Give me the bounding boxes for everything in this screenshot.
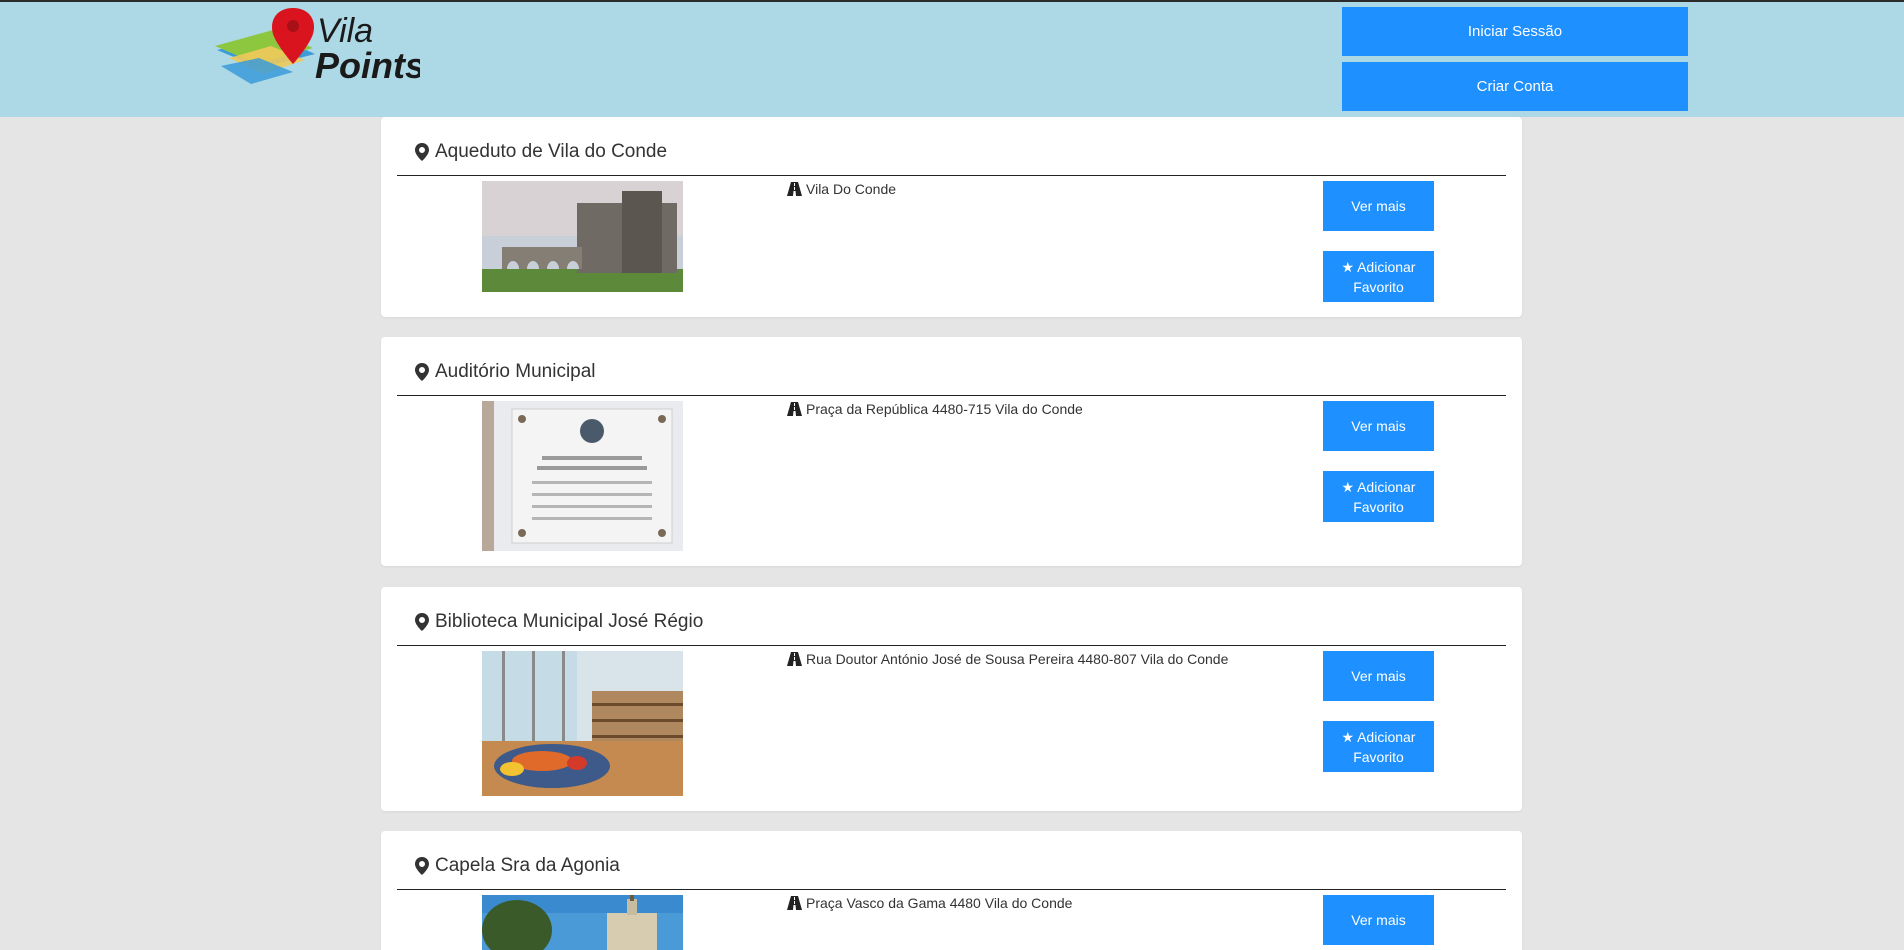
road-icon	[787, 652, 802, 666]
point-title: Aqueduto de Vila do Conde	[415, 141, 667, 163]
divider	[397, 645, 1506, 646]
point-address-text: Praça Vasco da Gama 4480 Vila do Conde	[806, 895, 1073, 911]
site-header: Vila Points Iniciar Sessão Criar Conta	[0, 2, 1904, 117]
add-favorite-button[interactable]: ★ Adicionar Favorito	[1323, 721, 1434, 772]
divider	[397, 889, 1506, 890]
point-title: Auditório Municipal	[415, 361, 596, 383]
aqueduct-photo	[482, 181, 683, 292]
point-address: Praça Vasco da Gama 4480 Vila do Conde	[787, 895, 1072, 911]
fav-label-2: Favorito	[1353, 278, 1404, 295]
map-marker-icon	[415, 857, 429, 875]
fav-label-1: Adicionar	[1357, 728, 1416, 745]
vila-points-logo[interactable]: Vila Points	[215, 6, 425, 90]
point-title: Biblioteca Municipal José Régio	[415, 611, 703, 633]
logo-text-bottom: Points	[315, 45, 420, 86]
star-icon: ★	[1341, 258, 1355, 275]
ver-mais-button[interactable]: Ver mais	[1323, 181, 1434, 231]
point-card: Auditório Municipal Praça da República 4…	[381, 337, 1522, 566]
road-icon	[787, 896, 802, 910]
point-title-text: Auditório Municipal	[435, 361, 596, 382]
road-icon	[787, 182, 802, 196]
road-icon	[787, 402, 802, 416]
fav-label-2: Favorito	[1353, 498, 1404, 515]
point-card: Biblioteca Municipal José Régio Rua Dout…	[381, 587, 1522, 811]
fav-label-2: Favorito	[1353, 748, 1404, 765]
ver-mais-button[interactable]: Ver mais	[1323, 895, 1434, 945]
divider	[397, 395, 1506, 396]
point-address: Vila Do Conde	[787, 181, 896, 197]
library-photo	[482, 651, 683, 796]
fav-label-1: Adicionar	[1357, 258, 1416, 275]
divider	[397, 175, 1506, 176]
chapel-photo	[482, 895, 683, 950]
point-card: Aqueduto de Vila do Conde Vila Do Conde …	[381, 117, 1522, 317]
point-title-text: Biblioteca Municipal José Régio	[435, 611, 704, 632]
add-favorite-button[interactable]: ★ Adicionar Favorito	[1323, 251, 1434, 302]
point-title: Capela Sra da Agonia	[415, 855, 620, 877]
point-title-text: Capela Sra da Agonia	[435, 855, 620, 876]
add-favorite-button[interactable]: ★ Adicionar Favorito	[1323, 471, 1434, 522]
point-address-text: Vila Do Conde	[806, 181, 897, 197]
auditorium-photo	[482, 401, 683, 551]
point-title-text: Aqueduto de Vila do Conde	[435, 141, 668, 162]
point-address: Rua Doutor António José de Sousa Pereira…	[787, 651, 1228, 667]
star-icon: ★	[1341, 478, 1355, 495]
map-marker-icon	[415, 363, 429, 381]
map-marker-icon	[415, 143, 429, 161]
star-icon: ★	[1341, 728, 1355, 745]
point-card: Capela Sra da Agonia Praça Vasco da Gama…	[381, 831, 1522, 950]
signup-button[interactable]: Criar Conta	[1342, 62, 1688, 111]
fav-label-1: Adicionar	[1357, 478, 1416, 495]
point-address-text: Praça da República 4480-715 Vila do Cond…	[806, 401, 1083, 417]
login-button[interactable]: Iniciar Sessão	[1342, 7, 1688, 56]
map-marker-icon	[415, 613, 429, 631]
point-address-text: Rua Doutor António José de Sousa Pereira…	[806, 651, 1229, 667]
point-address: Praça da República 4480-715 Vila do Cond…	[787, 401, 1083, 417]
ver-mais-button[interactable]: Ver mais	[1323, 651, 1434, 701]
ver-mais-button[interactable]: Ver mais	[1323, 401, 1434, 451]
